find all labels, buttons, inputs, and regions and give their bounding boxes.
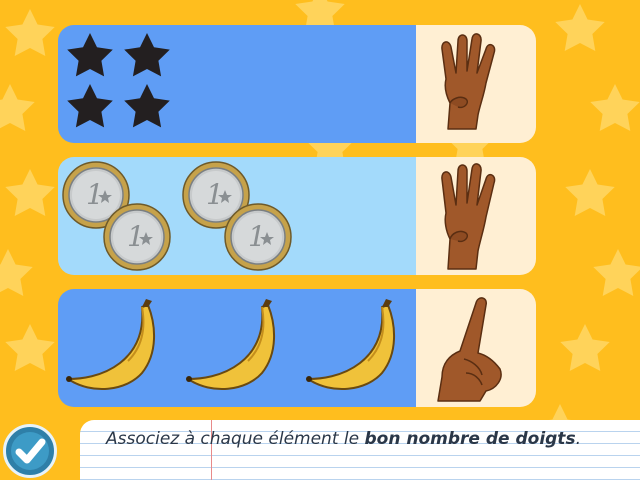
banana-icon <box>65 298 156 391</box>
euro-coin-icon <box>103 203 171 271</box>
match-row-coins: 1 <box>58 157 536 275</box>
instruction-suffix: . <box>575 429 581 449</box>
star-icon <box>67 84 113 128</box>
validate-button[interactable] <box>3 424 57 478</box>
star-icon <box>124 84 170 128</box>
banana-icon <box>185 298 276 391</box>
instruction-notepad: Associez à chaque élément le bon nombre … <box>80 420 640 480</box>
hand-slot-2[interactable] <box>416 157 536 275</box>
banana-icon <box>305 298 396 391</box>
match-row-bananas <box>58 289 536 407</box>
hand-icon <box>441 33 496 130</box>
hand-slot-3[interactable] <box>416 289 536 407</box>
instruction-text: Associez à chaque élément le bon nombre … <box>106 429 581 449</box>
coins-panel[interactable]: 1 <box>58 157 416 275</box>
instruction-prefix: Associez à chaque élément le <box>106 429 365 449</box>
bananas-panel[interactable] <box>58 289 416 407</box>
euro-coin-icon <box>224 203 292 271</box>
hand-icon <box>437 297 502 402</box>
checkmark-icon <box>11 432 49 470</box>
hand-icon <box>441 163 496 270</box>
star-icon <box>124 33 170 77</box>
match-row-stars <box>58 25 536 143</box>
stars-panel[interactable] <box>58 25 416 143</box>
hand-slot-1[interactable] <box>416 25 536 143</box>
star-icon <box>67 33 113 77</box>
instruction-emphasis: bon nombre de doigts <box>364 429 576 449</box>
